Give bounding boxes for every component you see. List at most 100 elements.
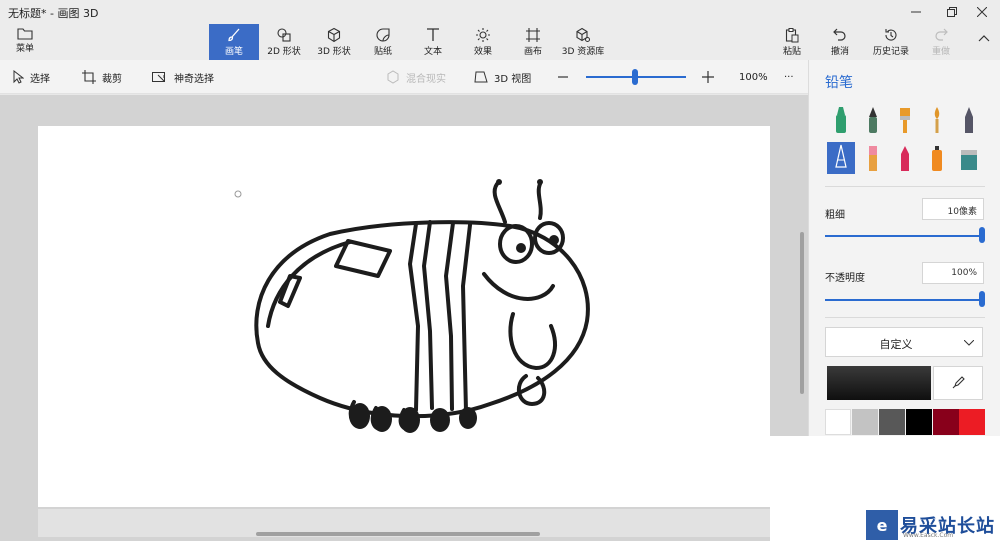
horizontal-scrollbar[interactable]: [256, 532, 540, 536]
zoom-in-button[interactable]: [702, 68, 714, 86]
mixed-reality-button[interactable]: 混合现实: [386, 68, 446, 86]
crop-icon: [82, 70, 96, 84]
calligraphy-pen-icon: [869, 107, 877, 133]
oil-brush[interactable]: [891, 104, 919, 136]
crayon-icon: [901, 146, 909, 171]
minimize-button[interactable]: [898, 0, 934, 24]
select-label: 选择: [30, 73, 50, 85]
menu-button[interactable]: 菜单: [8, 24, 42, 60]
pixel-pen-icon: [835, 144, 847, 168]
watermark-logo-letter: e: [876, 515, 888, 535]
opacity-slider-track[interactable]: [825, 299, 981, 301]
color-swatch-dark-gray[interactable]: [879, 409, 905, 435]
watermark-logo: e: [866, 510, 898, 540]
menu-label: 菜单: [15, 44, 34, 54]
zoom-percent[interactable]: 100%: [739, 68, 768, 86]
pixel-pen-brush[interactable]: [827, 142, 855, 174]
collapse-ribbon-button[interactable]: [970, 24, 998, 60]
eraser-icon: [869, 146, 877, 171]
undo-icon: [833, 28, 846, 41]
plus-icon: [702, 71, 714, 83]
magic-select-button[interactable]: 神奇选择: [152, 68, 214, 86]
tab-text[interactable]: 文本: [419, 24, 447, 60]
color-swatch-red[interactable]: [959, 409, 985, 435]
paste-button[interactable]: 粘贴: [778, 24, 806, 60]
close-icon: [977, 7, 987, 17]
opacity-slider-thumb[interactable]: [979, 291, 985, 307]
3d-view-button[interactable]: 3D 视图: [474, 68, 531, 86]
tab-label: 画笔: [224, 47, 243, 57]
opacity-input[interactable]: 100%: [922, 262, 984, 284]
magic-select-icon: [152, 72, 165, 82]
watercolor-brush[interactable]: [923, 104, 951, 136]
vertical-scrollbar[interactable]: [800, 232, 804, 394]
spray-can-brush[interactable]: [923, 142, 951, 174]
mixed-reality-label: 混合现实: [406, 73, 446, 85]
tab-label: 文本: [423, 47, 442, 57]
tab-brushes[interactable]: 画笔: [209, 24, 259, 60]
redo-button[interactable]: 重做: [927, 24, 955, 60]
canvas-icon: [526, 28, 540, 42]
watercolor-icon: [934, 107, 940, 133]
eyedropper-button[interactable]: [933, 366, 983, 400]
color-swatch-light-gray[interactable]: [852, 409, 878, 435]
select-button[interactable]: 选择: [12, 68, 50, 86]
tab-3d-library[interactable]: 3D 资源库: [560, 24, 606, 60]
close-button[interactable]: [964, 0, 1000, 24]
tab-3d-shapes[interactable]: 3D 形状: [313, 24, 355, 60]
panel-title: 铅笔: [825, 75, 853, 91]
spray-can-icon: [932, 146, 942, 171]
marker-brush[interactable]: [827, 104, 855, 136]
more-icon: ···: [784, 71, 794, 83]
undo-label: 撤消: [830, 47, 849, 57]
cursor-icon: [13, 70, 24, 84]
color-swatch-dark-red[interactable]: [933, 409, 959, 435]
thickness-slider-thumb[interactable]: [979, 227, 985, 243]
color-mode-dropdown[interactable]: 自定义: [825, 327, 983, 357]
thickness-slider-track[interactable]: [825, 235, 981, 237]
chevron-up-icon: [978, 35, 990, 42]
watermark-url: Www.Easck.Com: [903, 532, 954, 539]
workspace: [0, 95, 808, 541]
sticker-icon: [376, 28, 390, 42]
zoom-value: 100%: [739, 71, 768, 83]
calligraphy-pen-brush[interactable]: [859, 104, 887, 136]
minus-icon: [558, 76, 568, 78]
folder-icon: [17, 28, 33, 40]
tab-canvas[interactable]: 画布: [519, 24, 547, 60]
redo-icon: [935, 28, 948, 41]
marker-icon: [836, 107, 846, 133]
color-swatch-white[interactable]: [825, 409, 851, 435]
chevron-down-icon: [964, 340, 974, 346]
tool-bar: 选择 裁剪 神奇选择 混合现实 3D 视图 100% ···: [0, 60, 808, 94]
tab-2d-shapes[interactable]: 2D 形状: [263, 24, 305, 60]
crayon-brush[interactable]: [891, 142, 919, 174]
minimize-icon: [911, 11, 921, 13]
ribbon: 菜单 画笔 2D 形状 3D 形状 贴纸 文本 效果 画布 3D 资源库 粘贴 …: [0, 24, 1000, 60]
current-color-swatch[interactable]: [827, 366, 931, 400]
tab-effects[interactable]: 效果: [469, 24, 497, 60]
brush-icon: [228, 28, 240, 42]
zoom-out-button[interactable]: [558, 68, 568, 86]
3d-library-icon: [576, 27, 590, 42]
zoom-slider-thumb[interactable]: [632, 69, 638, 85]
eraser-brush[interactable]: [859, 142, 887, 174]
window-title: 无标题* - 画图 3D: [8, 7, 99, 20]
history-button[interactable]: 历史记录: [868, 24, 914, 60]
tab-label: 3D 形状: [317, 47, 351, 57]
history-icon: [885, 29, 897, 41]
thickness-input[interactable]: 10像素: [922, 198, 984, 220]
tab-stickers[interactable]: 贴纸: [366, 24, 400, 60]
fill-brush[interactable]: [955, 142, 983, 174]
title-bar: 无标题* - 画图 3D: [0, 0, 1000, 24]
eyedropper-icon: [952, 376, 965, 389]
drawing-canvas[interactable]: [38, 126, 770, 507]
pencil-brush[interactable]: [955, 104, 983, 136]
color-mode-value: 自定义: [879, 338, 913, 351]
text-icon: [427, 28, 439, 41]
more-options-button[interactable]: ···: [784, 68, 794, 86]
cube-icon: [327, 27, 341, 43]
undo-button[interactable]: 撤消: [826, 24, 854, 60]
crop-button[interactable]: 裁剪: [82, 68, 122, 86]
color-swatch-black[interactable]: [906, 409, 932, 435]
